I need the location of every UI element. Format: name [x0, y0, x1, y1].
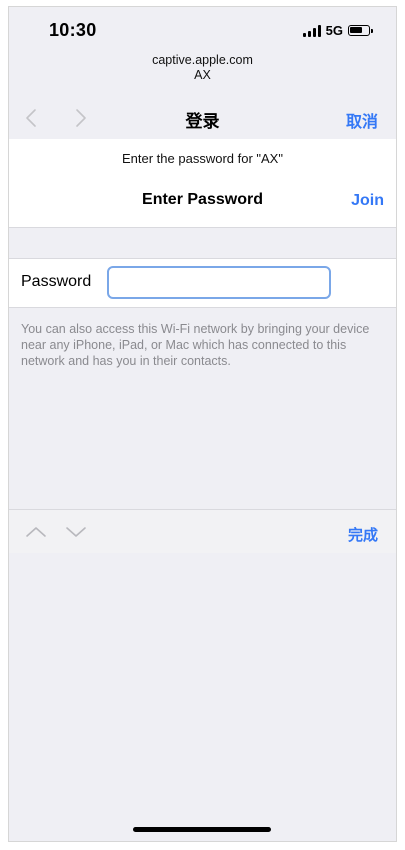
sheet-title: Enter Password [142, 191, 263, 208]
keyboard-area [9, 553, 396, 841]
password-sheet-header: Enter the password for "AX" Enter Passwo… [9, 139, 396, 228]
chevron-down-icon[interactable] [65, 522, 87, 542]
nav-bar: 登录 取消 [9, 99, 396, 139]
network-type: 5G [325, 23, 343, 38]
battery-icon [348, 25, 373, 36]
address-display: captive.apple.com AX [9, 53, 396, 83]
help-text: You can also access this Wi-Fi network b… [21, 322, 370, 368]
keyboard-toolbar: 完成 [9, 509, 396, 554]
url-host: captive.apple.com [152, 53, 253, 67]
status-bar: 10:30 5G [9, 7, 396, 51]
signal-bars-icon [302, 24, 321, 37]
status-time: 10:30 [49, 20, 97, 40]
status-indicators: 5G [302, 23, 373, 38]
phone-screen: 10:30 5G captive.apple.com AX 登录 取消 Ente… [8, 6, 397, 842]
password-row: Password [9, 258, 396, 308]
home-indicator[interactable] [133, 827, 271, 832]
chevron-up-icon[interactable] [25, 522, 47, 542]
nav-title: 登录 [185, 112, 220, 131]
done-button[interactable]: 完成 [348, 524, 378, 545]
password-prompt: Enter the password for "AX" [122, 151, 283, 166]
password-label: Password [21, 273, 92, 290]
url-page-title: AX [194, 68, 211, 82]
password-input[interactable] [107, 266, 331, 299]
cancel-button[interactable]: 取消 [346, 108, 378, 132]
join-button[interactable]: Join [351, 192, 384, 210]
